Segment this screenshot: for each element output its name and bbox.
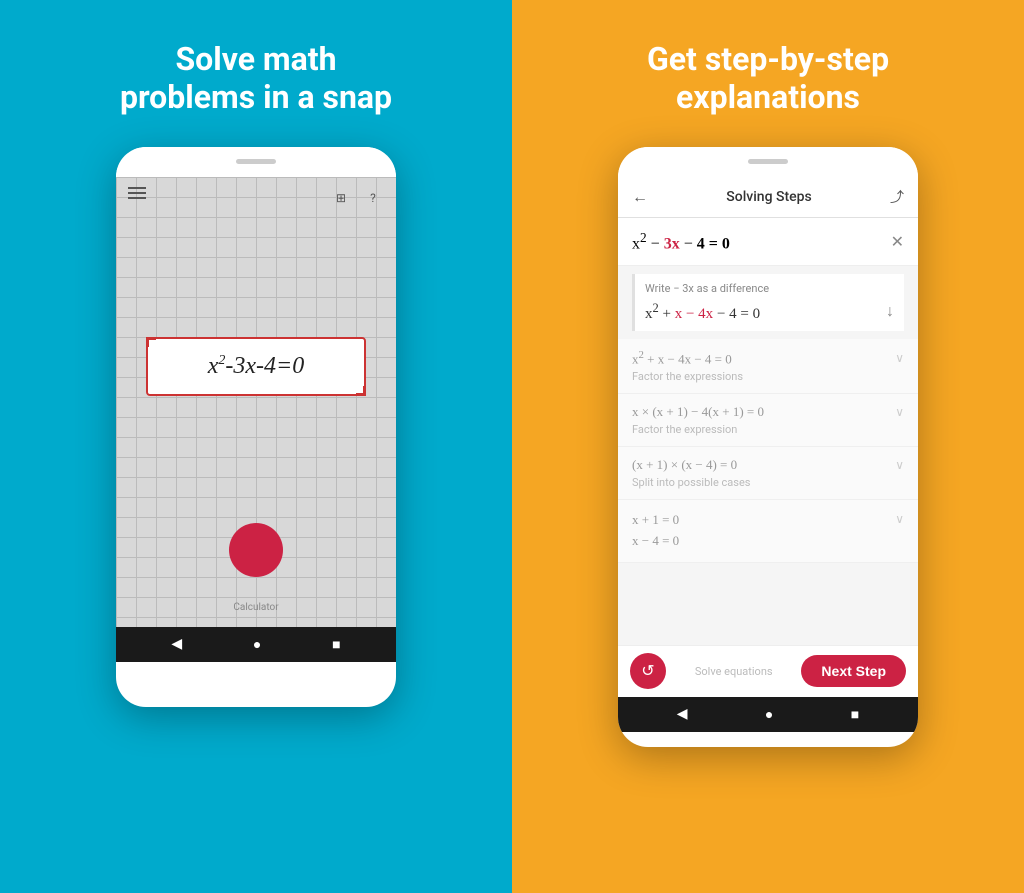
chevron-2: ∨ [895,405,904,420]
nav-recent-icon[interactable]: ■ [332,636,340,653]
top-right-icons: ⊞ ? [330,187,384,209]
collapsed-step-2[interactable]: x × (x + 1) − 4(x + 1) = 0 ∨ Factor the … [618,394,918,447]
nav-home-icon[interactable]: ● [253,636,261,653]
calculator-label: Calculator [233,602,278,613]
collapsed-label-1: Factor the expressions [632,370,904,383]
replay-button[interactable]: ↺ [630,653,666,689]
step-1-block: Write − 3x as a difference x2 + x − 4x −… [632,274,904,331]
right-phone-speaker [748,159,788,164]
last-step-block: x + 1 = 0 x − 4 = 0 ∨ [618,500,918,563]
solving-steps-title: Solving Steps [726,189,811,205]
share-button[interactable]: ⤴ [890,187,904,207]
right-phone-screen: ← Solving Steps ⤴ x2 − 3x − 4 = 0 ✕ Writ… [618,177,918,697]
left-panel: Solve mathproblems in a snap x2 [0,0,512,893]
step-1-description: Write − 3x as a difference [645,282,894,295]
captured-equation: x2-3x-4=0 [164,353,348,380]
chevron-1: ∨ [895,351,904,366]
right-panel: Get step-by-stepexplanations ← Solving S… [512,0,1024,893]
collapsed-label-3: Split into possible cases [632,476,904,489]
left-phone-nav-bar: ◀ ● ■ [116,627,396,662]
bottom-action-bar: ↺ Solve equations Next Step [618,645,918,697]
collapsed-step-1[interactable]: x2 + x − 4x − 4 = 0 ∨ Factor the express… [618,339,918,394]
left-phone: ⊞ ? x2-3x-4=0 Calculator ◀ [116,147,396,707]
right-phone-nav-bar: ◀ ● ■ [618,697,918,732]
collapsed-eq-2: x × (x + 1) − 4(x + 1) = 0 ∨ [632,404,904,420]
right-nav-recent-icon[interactable]: ■ [851,706,859,723]
chevron-3: ∨ [895,458,904,473]
expand-arrow[interactable]: ↓ [886,303,894,321]
left-phone-screen: ⊞ ? x2-3x-4=0 Calculator [116,177,396,627]
collapsed-eq-1: x2 + x − 4x − 4 = 0 ∨ [632,349,904,367]
screen-top-icons: ⊞ ? [116,187,396,209]
next-step-button[interactable]: Next Step [801,655,906,687]
right-title: Get step-by-stepexplanations [607,40,929,117]
phone-top-bar [116,147,396,177]
gallery-icon[interactable]: ⊞ [330,187,352,209]
step-1-equation: x2 + x − 4x − 4 = 0 ↓ [645,301,894,323]
phone-speaker [236,159,276,164]
hamburger-icon[interactable] [128,187,146,209]
equation-capture-box: x2-3x-4=0 [146,337,366,396]
collapsed-eq-3: (x + 1) × (x − 4) = 0 ∨ [632,457,904,473]
collapsed-label-2: Factor the expression [632,423,904,436]
main-equation-row: x2 − 3x − 4 = 0 ✕ [618,218,918,266]
right-nav-back-icon[interactable]: ◀ [677,706,688,722]
help-icon[interactable]: ? [362,187,384,209]
right-phone: ← Solving Steps ⤴ x2 − 3x − 4 = 0 ✕ Writ… [618,147,918,747]
nav-back-icon[interactable]: ◀ [171,636,182,652]
solve-equations-label: Solve equations [695,665,773,678]
chevron-4: ∨ [895,510,904,529]
capture-button[interactable] [229,523,283,577]
close-button[interactable]: ✕ [891,232,904,251]
right-nav-home-icon[interactable]: ● [765,706,773,723]
main-equation-text: x2 − 3x − 4 = 0 [632,230,730,253]
right-phone-top-bar [618,147,918,177]
left-title: Solve mathproblems in a snap [80,40,432,117]
collapsed-step-3[interactable]: (x + 1) × (x − 4) = 0 ∨ Split into possi… [618,447,918,500]
last-step-equations: x + 1 = 0 x − 4 = 0 ∨ [632,510,904,552]
solving-header: ← Solving Steps ⤴ [618,177,918,218]
replay-icon: ↺ [641,661,654,681]
back-button[interactable]: ← [632,187,648,207]
